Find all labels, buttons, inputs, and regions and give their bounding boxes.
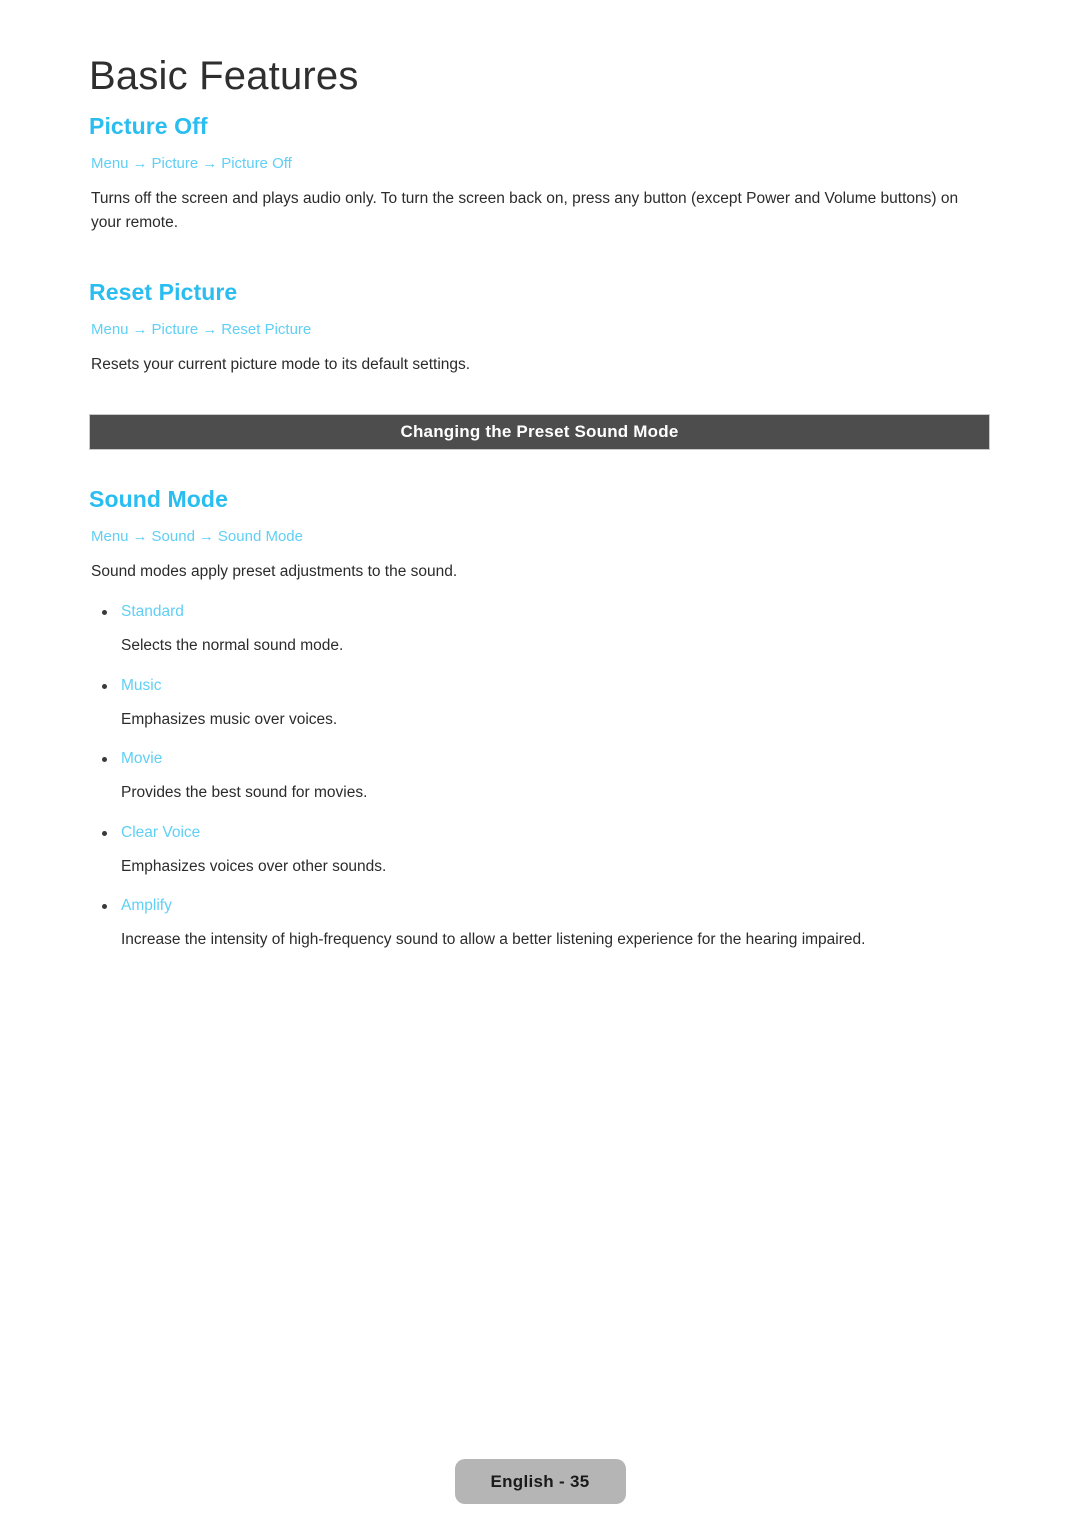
arrow-right-icon: → [198,527,214,545]
section-banner-label: Changing the Preset Sound Mode [400,422,679,442]
arrow-right-icon: → [202,154,218,172]
sound-mode-description: Emphasizes music over voices. [121,710,338,728]
section-heading: Picture Off [89,113,208,139]
section-body: Resets your current picture mode to its … [91,356,471,374]
list-item: Music Emphasizes music over voices. [89,676,991,731]
bullet-icon [102,830,107,836]
sound-mode-term: Clear Voice [89,823,991,843]
sound-mode-list: Standard Selects the normal sound mode. … [89,602,991,951]
section-sound-mode: Sound Mode Menu → Sound → Sound Mode Sound m… [89,486,991,951]
breadcrumb: Menu → Picture → Reset Picture [91,320,991,340]
section-picture-off: Picture Off Menu → Picture → Picture Off Tur… [89,113,991,235]
bullet-icon [102,610,107,616]
bullet-icon [102,757,107,763]
breadcrumb-item-picture[interactable]: Picture [152,321,199,338]
sound-mode-description: Selects the normal sound mode. [121,637,344,655]
sound-mode-description: Emphasizes voices over other sounds. [121,857,387,875]
page-footer: English - 35 [0,1459,1080,1504]
list-item: Movie Provides the best sound for movies… [89,749,991,804]
breadcrumb: Menu → Sound → Sound Mode [91,527,991,547]
section-heading: Sound Mode [89,486,228,513]
page-number-badge: English - 35 [454,1459,626,1504]
sound-mode-term: Standard [89,602,991,622]
page-title: Basic Features [89,54,359,98]
sound-mode-label: Movie [121,750,163,768]
breadcrumb-item-menu[interactable]: Menu [91,155,129,172]
arrow-right-icon: → [132,154,148,172]
sound-mode-label: Standard [121,603,184,621]
arrow-right-icon: → [132,527,148,545]
breadcrumb-item-menu[interactable]: Menu [91,321,129,338]
list-item: Standard Selects the normal sound mode. [89,602,991,657]
sound-mode-term: Movie [89,749,991,769]
breadcrumb-item-sound[interactable]: Sound [152,528,195,545]
breadcrumb: Menu → Picture → Picture Off [91,154,991,174]
breadcrumb-item-picture[interactable]: Picture [152,155,199,172]
breadcrumb-item-target[interactable]: Picture Off [221,155,292,172]
sound-mode-label: Clear Voice [121,823,201,841]
sound-mode-label: Amplify [121,896,172,914]
section-reset-picture: Reset Picture Menu → Picture → Reset Picture… [89,279,991,377]
section-heading: Reset Picture [89,279,238,306]
section-body: Sound modes apply preset adjustments to … [91,563,458,581]
sound-mode-description: Provides the best sound for movies. [121,784,368,802]
sound-mode-term: Amplify [89,896,991,916]
arrow-right-icon: → [202,320,218,338]
bullet-icon [102,903,107,909]
section-body: Turns off the screen and plays audio onl… [91,190,959,232]
manual-page: Basic Features Picture Off Menu → Picture →… [0,0,1080,1534]
sound-mode-term: Music [89,676,991,696]
sound-mode-description: Increase the intensity of high-frequency… [121,931,866,949]
page-content: Basic Features Picture Off Menu → Picture →… [89,55,991,951]
section-banner: Changing the Preset Sound Mode [89,414,990,451]
bullet-icon [102,683,107,689]
list-item: Amplify Increase the intensity of high-f… [89,896,991,951]
arrow-right-icon: → [132,320,148,338]
sound-mode-label: Music [121,676,162,694]
list-item: Clear Voice Emphasizes voices over other… [89,823,991,878]
breadcrumb-item-target[interactable]: Reset Picture [221,321,311,338]
breadcrumb-item-target[interactable]: Sound Mode [218,528,303,545]
breadcrumb-item-menu[interactable]: Menu [91,528,129,545]
